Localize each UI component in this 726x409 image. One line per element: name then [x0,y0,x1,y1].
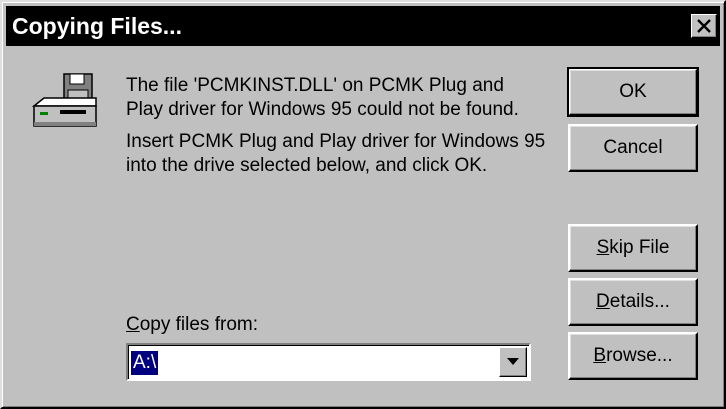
skip-file-label: kip File [609,237,670,258]
copy-files-from-value[interactable]: A:\ [129,350,160,376]
copy-files-from-combobox[interactable]: A:\ [126,343,531,381]
skip-file-accel: S [596,237,610,258]
close-button[interactable] [691,14,717,38]
details-label: etails... [609,291,670,312]
browse-label: rowse... [606,345,673,366]
copy-files-from-accel: C [126,314,140,335]
details-accel: D [596,291,610,312]
message-paragraph-2: Insert PCMK Plug and Play driver for Win… [126,131,546,176]
cancel-button[interactable]: Cancel [568,124,698,172]
chevron-down-icon [507,358,519,365]
skip-file-button[interactable]: Skip File [568,224,698,272]
copy-files-from-text: opy files from: [139,314,258,335]
browse-button[interactable]: Browse... [568,332,698,380]
dropdown-button[interactable] [499,347,527,377]
details-button[interactable]: Details... [568,278,698,326]
message-paragraph-1: The file 'PCMKINST.DLL' on PCMK Plug and… [126,75,519,120]
dialog-title: Copying Files... [12,13,182,39]
ok-button[interactable]: OK [567,67,699,117]
copying-files-dialog: Copying Files... The file 'PCMKINST.DLL'… [0,0,726,409]
copy-files-from-label: Copy files from: [126,313,258,337]
title-bar[interactable]: Copying Files... [6,6,720,46]
close-icon [697,19,711,33]
disk-drive-icon [30,72,100,134]
message-text: The file 'PCMKINST.DLL' on PCMK Plug and… [126,74,546,186]
browse-accel: B [593,345,607,366]
